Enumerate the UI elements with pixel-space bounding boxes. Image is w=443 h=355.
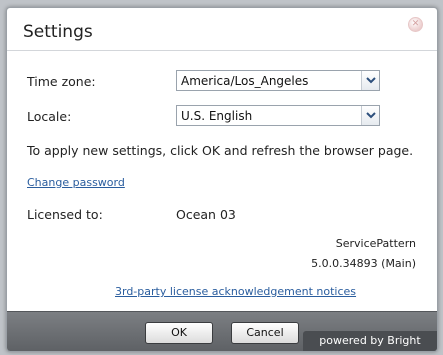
- locale-label: Locale:: [27, 109, 72, 124]
- licensed-to-value: Ocean 03: [176, 207, 236, 222]
- product-version: 5.0.0.34893 (Main): [311, 257, 416, 270]
- timezone-select[interactable]: America/Los_Angeles: [176, 70, 380, 91]
- branding-badge: powered by Bright Pattern: [303, 331, 437, 351]
- settings-dialog: Settings ✕ Time zone: America/Los_Angele…: [6, 7, 438, 352]
- chevron-down-icon[interactable]: [361, 71, 379, 90]
- locale-value: U.S. English: [181, 109, 253, 123]
- chevron-down-icon[interactable]: [361, 106, 379, 125]
- dialog-title: Settings: [23, 22, 93, 42]
- dialog-footer: OK Cancel powered by Bright Pattern: [7, 311, 437, 351]
- close-icon[interactable]: ✕: [408, 17, 423, 32]
- ok-button[interactable]: OK: [145, 322, 213, 344]
- cancel-button[interactable]: Cancel: [231, 322, 299, 344]
- apply-settings-note: To apply new settings, click OK and refr…: [27, 143, 414, 158]
- locale-select[interactable]: U.S. English: [176, 105, 380, 126]
- licensed-to-label: Licensed to:: [27, 207, 103, 222]
- title-divider: [7, 50, 437, 51]
- timezone-value: America/Los_Angeles: [181, 74, 309, 88]
- change-password-link[interactable]: Change password: [27, 176, 125, 189]
- license-notices-link[interactable]: 3rd-party license acknowledgement notice…: [115, 285, 356, 298]
- product-name: ServicePattern: [335, 237, 416, 250]
- timezone-label: Time zone:: [27, 74, 96, 89]
